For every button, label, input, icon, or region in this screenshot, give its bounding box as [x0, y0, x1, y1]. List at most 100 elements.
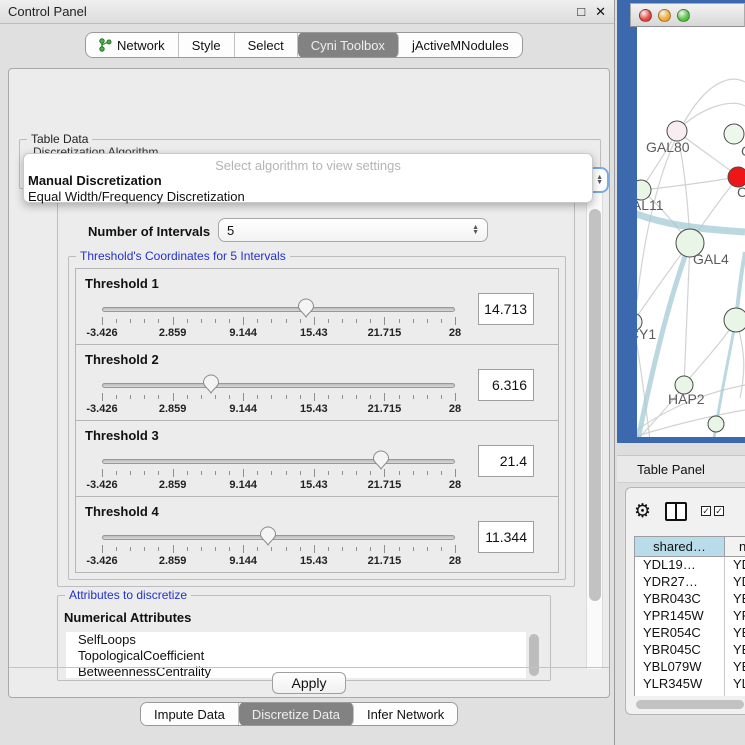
split-view-icon[interactable] [665, 502, 687, 521]
threshold-label: Threshold 4 [85, 504, 159, 519]
slider-thumb[interactable] [259, 526, 277, 546]
table-row[interactable]: YBR043CYBR0 [635, 591, 745, 608]
table-row[interactable]: YDL19…YDL1 [635, 557, 745, 574]
slider-thumb[interactable] [202, 374, 220, 394]
tab-impute-data[interactable]: Impute Data [141, 703, 239, 725]
number-of-intervals-value: 5 [227, 223, 466, 238]
threshold-rows: Threshold 1-3.4262.8599.14415.4321.71528… [75, 269, 559, 573]
table-row[interactable]: YBR045CYBR0 [635, 642, 745, 659]
tab-select[interactable]: Select [235, 33, 298, 57]
threshold-slider[interactable]: -3.4262.8599.14415.4321.71528 [102, 375, 455, 415]
network-node-label: HAP2 [668, 391, 705, 407]
network-view-window: GAL80GCGAL11GAL4GCY1HHAP2 [617, 0, 745, 443]
column-checkbox-icons[interactable]: ✓ ✓ [701, 506, 724, 516]
tab-jactivemnodules[interactable]: jActiveMNodules [399, 33, 522, 57]
attribute-list-item[interactable]: TopologicalCoefficient [66, 648, 526, 664]
threshold-coordinates-group: Threshold's Coordinates for 5 Intervals … [68, 256, 566, 580]
table-header-row: shared… na [635, 537, 745, 557]
table-data-group-label: Table Data [27, 132, 92, 146]
table-horizontal-scrollbar[interactable] [634, 700, 745, 710]
table-cell: YIL052C [635, 693, 725, 696]
table-panel-header: Table Panel [617, 455, 745, 483]
network-node[interactable] [667, 121, 687, 141]
network-node-label: C [737, 184, 745, 200]
slider-scale-labels: -3.4262.8599.14415.4321.71528 [102, 403, 455, 415]
attributes-group-label: Attributes to discretize [65, 588, 191, 602]
dropdown-item-manual[interactable]: Manual Discretization [24, 173, 592, 189]
tab-label: jActiveMNodules [412, 38, 509, 53]
table-row[interactable]: YDR27…YDR2 [635, 574, 745, 591]
slider-track[interactable] [102, 383, 455, 388]
tab-discretize-data[interactable]: Discretize Data [239, 702, 354, 726]
tab-network[interactable]: Network [86, 33, 179, 57]
threshold-value-field[interactable]: 14.713 [478, 293, 534, 325]
node-table[interactable]: shared… na YDL19…YDL1YDR27…YDR2YBR043CYB… [634, 536, 745, 696]
cyni-panel: Discretization Algorithm ▲▼ Select algor… [8, 68, 610, 698]
gear-icon[interactable]: ⚙ [634, 500, 651, 523]
threshold-coordinates-label: Threshold's Coordinates for 5 Intervals [76, 249, 290, 263]
float-window-icon[interactable]: □ [577, 4, 585, 19]
slider-track[interactable] [102, 307, 455, 312]
threshold-slider[interactable]: -3.4262.8599.14415.4321.71528 [102, 451, 455, 491]
slider-thumb[interactable] [297, 298, 315, 318]
threshold-row: Threshold 4 -3.4262.8599.14415.4321.71528… [75, 496, 559, 573]
table-cell: YBR0 [725, 591, 745, 608]
checkbox-icon: ✓ [714, 506, 724, 516]
dropdown-item-equal-width[interactable]: Equal Width/Frequency Discretization [24, 189, 592, 205]
tab-infer-network[interactable]: Infer Network [354, 703, 457, 725]
network-node-label: GAL11 [637, 197, 664, 213]
minimize-traffic-light-icon[interactable] [658, 9, 671, 22]
tab-style[interactable]: Style [179, 33, 235, 57]
threshold-slider[interactable]: -3.4262.8599.14415.4321.71528 [102, 527, 455, 567]
network-node[interactable] [724, 308, 745, 332]
numerical-attributes-label: Numerical Attributes [64, 610, 191, 625]
table-row[interactable]: YPR145WYPR1 [635, 608, 745, 625]
table-cell: YER054C [635, 625, 725, 642]
column-header-name[interactable]: na [725, 537, 745, 556]
attribute-list-item[interactable]: SelfLoops [66, 632, 526, 648]
table-panel-title: Table Panel [637, 462, 705, 477]
slider-track[interactable] [102, 535, 455, 540]
tab-label: Cyni Toolbox [311, 38, 385, 53]
network-node-label: GAL4 [693, 251, 729, 267]
network-tab-icon [99, 38, 112, 52]
panel-vertical-scrollbar[interactable] [586, 191, 603, 669]
table-cell: YDR2 [725, 574, 745, 591]
threshold-value-field[interactable]: 21.4 [478, 445, 534, 477]
tab-label: Impute Data [154, 707, 225, 722]
table-cell: YLR345W [635, 676, 725, 693]
slider-ticks [102, 545, 455, 553]
dropdown-hint: Select algorithm to view settings [24, 154, 592, 173]
network-canvas[interactable]: GAL80GCGAL11GAL4GCY1HHAP2 [637, 27, 745, 437]
number-of-intervals-combo[interactable]: 5 ▲▼ [218, 218, 488, 242]
table-row[interactable]: YLR345WYLR3 [635, 676, 745, 693]
tab-label: Infer Network [367, 707, 444, 722]
threshold-slider[interactable]: -3.4262.8599.14415.4321.71528 [102, 299, 455, 339]
table-row[interactable]: YER054CYER0 [635, 625, 745, 642]
threshold-value-field[interactable]: 6.316 [478, 369, 534, 401]
apply-button[interactable]: Apply [272, 672, 345, 694]
table-row[interactable]: YBL079WYBL0 [635, 659, 745, 676]
tab-cyni-toolbox[interactable]: Cyni Toolbox [298, 32, 399, 58]
network-node[interactable] [708, 416, 724, 432]
table-cell: YBL079W [635, 659, 725, 676]
table-row[interactable]: YIL052CYIL0 [635, 693, 745, 696]
table-cell: YLR3 [725, 676, 745, 693]
slider-thumb[interactable] [372, 450, 390, 470]
network-node[interactable] [724, 124, 744, 144]
zoom-traffic-light-icon[interactable] [677, 9, 690, 22]
column-header-shared[interactable]: shared… [635, 537, 725, 556]
threshold-row: Threshold 1-3.4262.8599.14415.4321.71528… [75, 268, 559, 345]
close-traffic-light-icon[interactable] [639, 9, 652, 22]
close-icon[interactable]: ✕ [595, 4, 606, 20]
table-cell: YBR045C [635, 642, 725, 659]
slider-track[interactable] [102, 459, 455, 464]
table-panel-toolbar: ⚙ ✓ ✓ [634, 494, 744, 528]
slider-ticks [102, 469, 455, 477]
tab-label: Network [117, 38, 165, 53]
threshold-label: Threshold 3 [85, 428, 159, 443]
table-cell: YBR0 [725, 642, 745, 659]
top-tab-bar: Network Style Select Cyni Toolbox jActiv… [85, 32, 523, 58]
table-cell: YBR043C [635, 591, 725, 608]
threshold-value-field[interactable]: 11.344 [478, 521, 534, 553]
